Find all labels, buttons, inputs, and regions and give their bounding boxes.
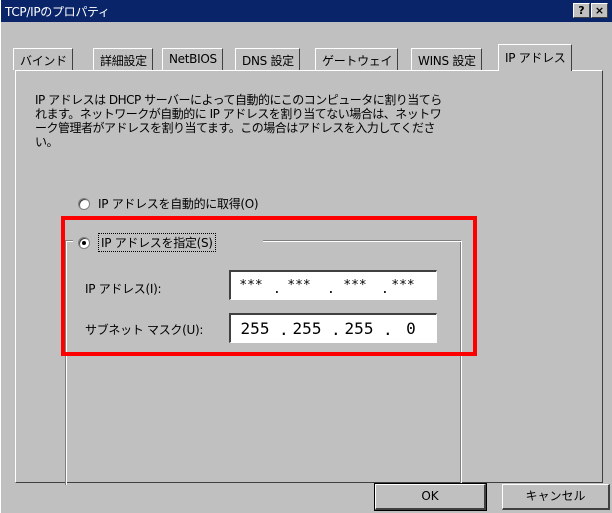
tab-strip: バインド 詳細設定 NetBIOS DNS 設定 ゲートウェイ WINS 設定 …: [13, 44, 603, 71]
red-highlight-box: [61, 216, 477, 356]
tab-gateway[interactable]: ゲートウェイ: [315, 48, 399, 70]
cancel-button[interactable]: キャンセル: [502, 484, 610, 510]
radio-auto-label: IP アドレスを自動的に取得(O): [98, 197, 259, 211]
description-line: れます。ネットワークが自動的に IP アドレスを割り当てない場合は、ネットワ: [35, 107, 442, 121]
ok-button[interactable]: OK: [374, 483, 487, 511]
tab-dns[interactable]: DNS 設定: [235, 48, 300, 70]
radio-obtain-automatically[interactable]: IP アドレスを自動的に取得(O): [78, 195, 259, 212]
description-text: IP アドレスは DHCP サーバーによって自動的にこのコンピュータに割り当てら…: [35, 93, 555, 149]
close-button[interactable]: ×: [591, 3, 608, 18]
help-button[interactable]: ?: [573, 3, 590, 18]
tab-bindings[interactable]: バインド: [13, 48, 73, 70]
radio-button-icon[interactable]: [78, 197, 90, 210]
title-bar: TCP/IPのプロパティ ? ×: [1, 0, 612, 22]
description-line: ーク管理者がアドレスを割り当てます。この場合はアドレスを入力してくださ: [35, 121, 435, 135]
tab-ip-address[interactable]: IP アドレス: [498, 44, 572, 71]
description-line: い。: [35, 135, 59, 149]
tab-wins[interactable]: WINS 設定: [411, 48, 482, 70]
tab-advanced[interactable]: 詳細設定: [93, 48, 153, 70]
tcpip-properties-dialog: TCP/IPのプロパティ ? × バインド 詳細設定 NetBIOS DNS 設…: [0, 0, 612, 513]
description-line: IP アドレスは DHCP サーバーによって自動的にこのコンピュータに割り当てら: [35, 93, 442, 107]
window-title: TCP/IPのプロパティ: [5, 5, 110, 19]
tab-netbios[interactable]: NetBIOS: [162, 48, 223, 70]
